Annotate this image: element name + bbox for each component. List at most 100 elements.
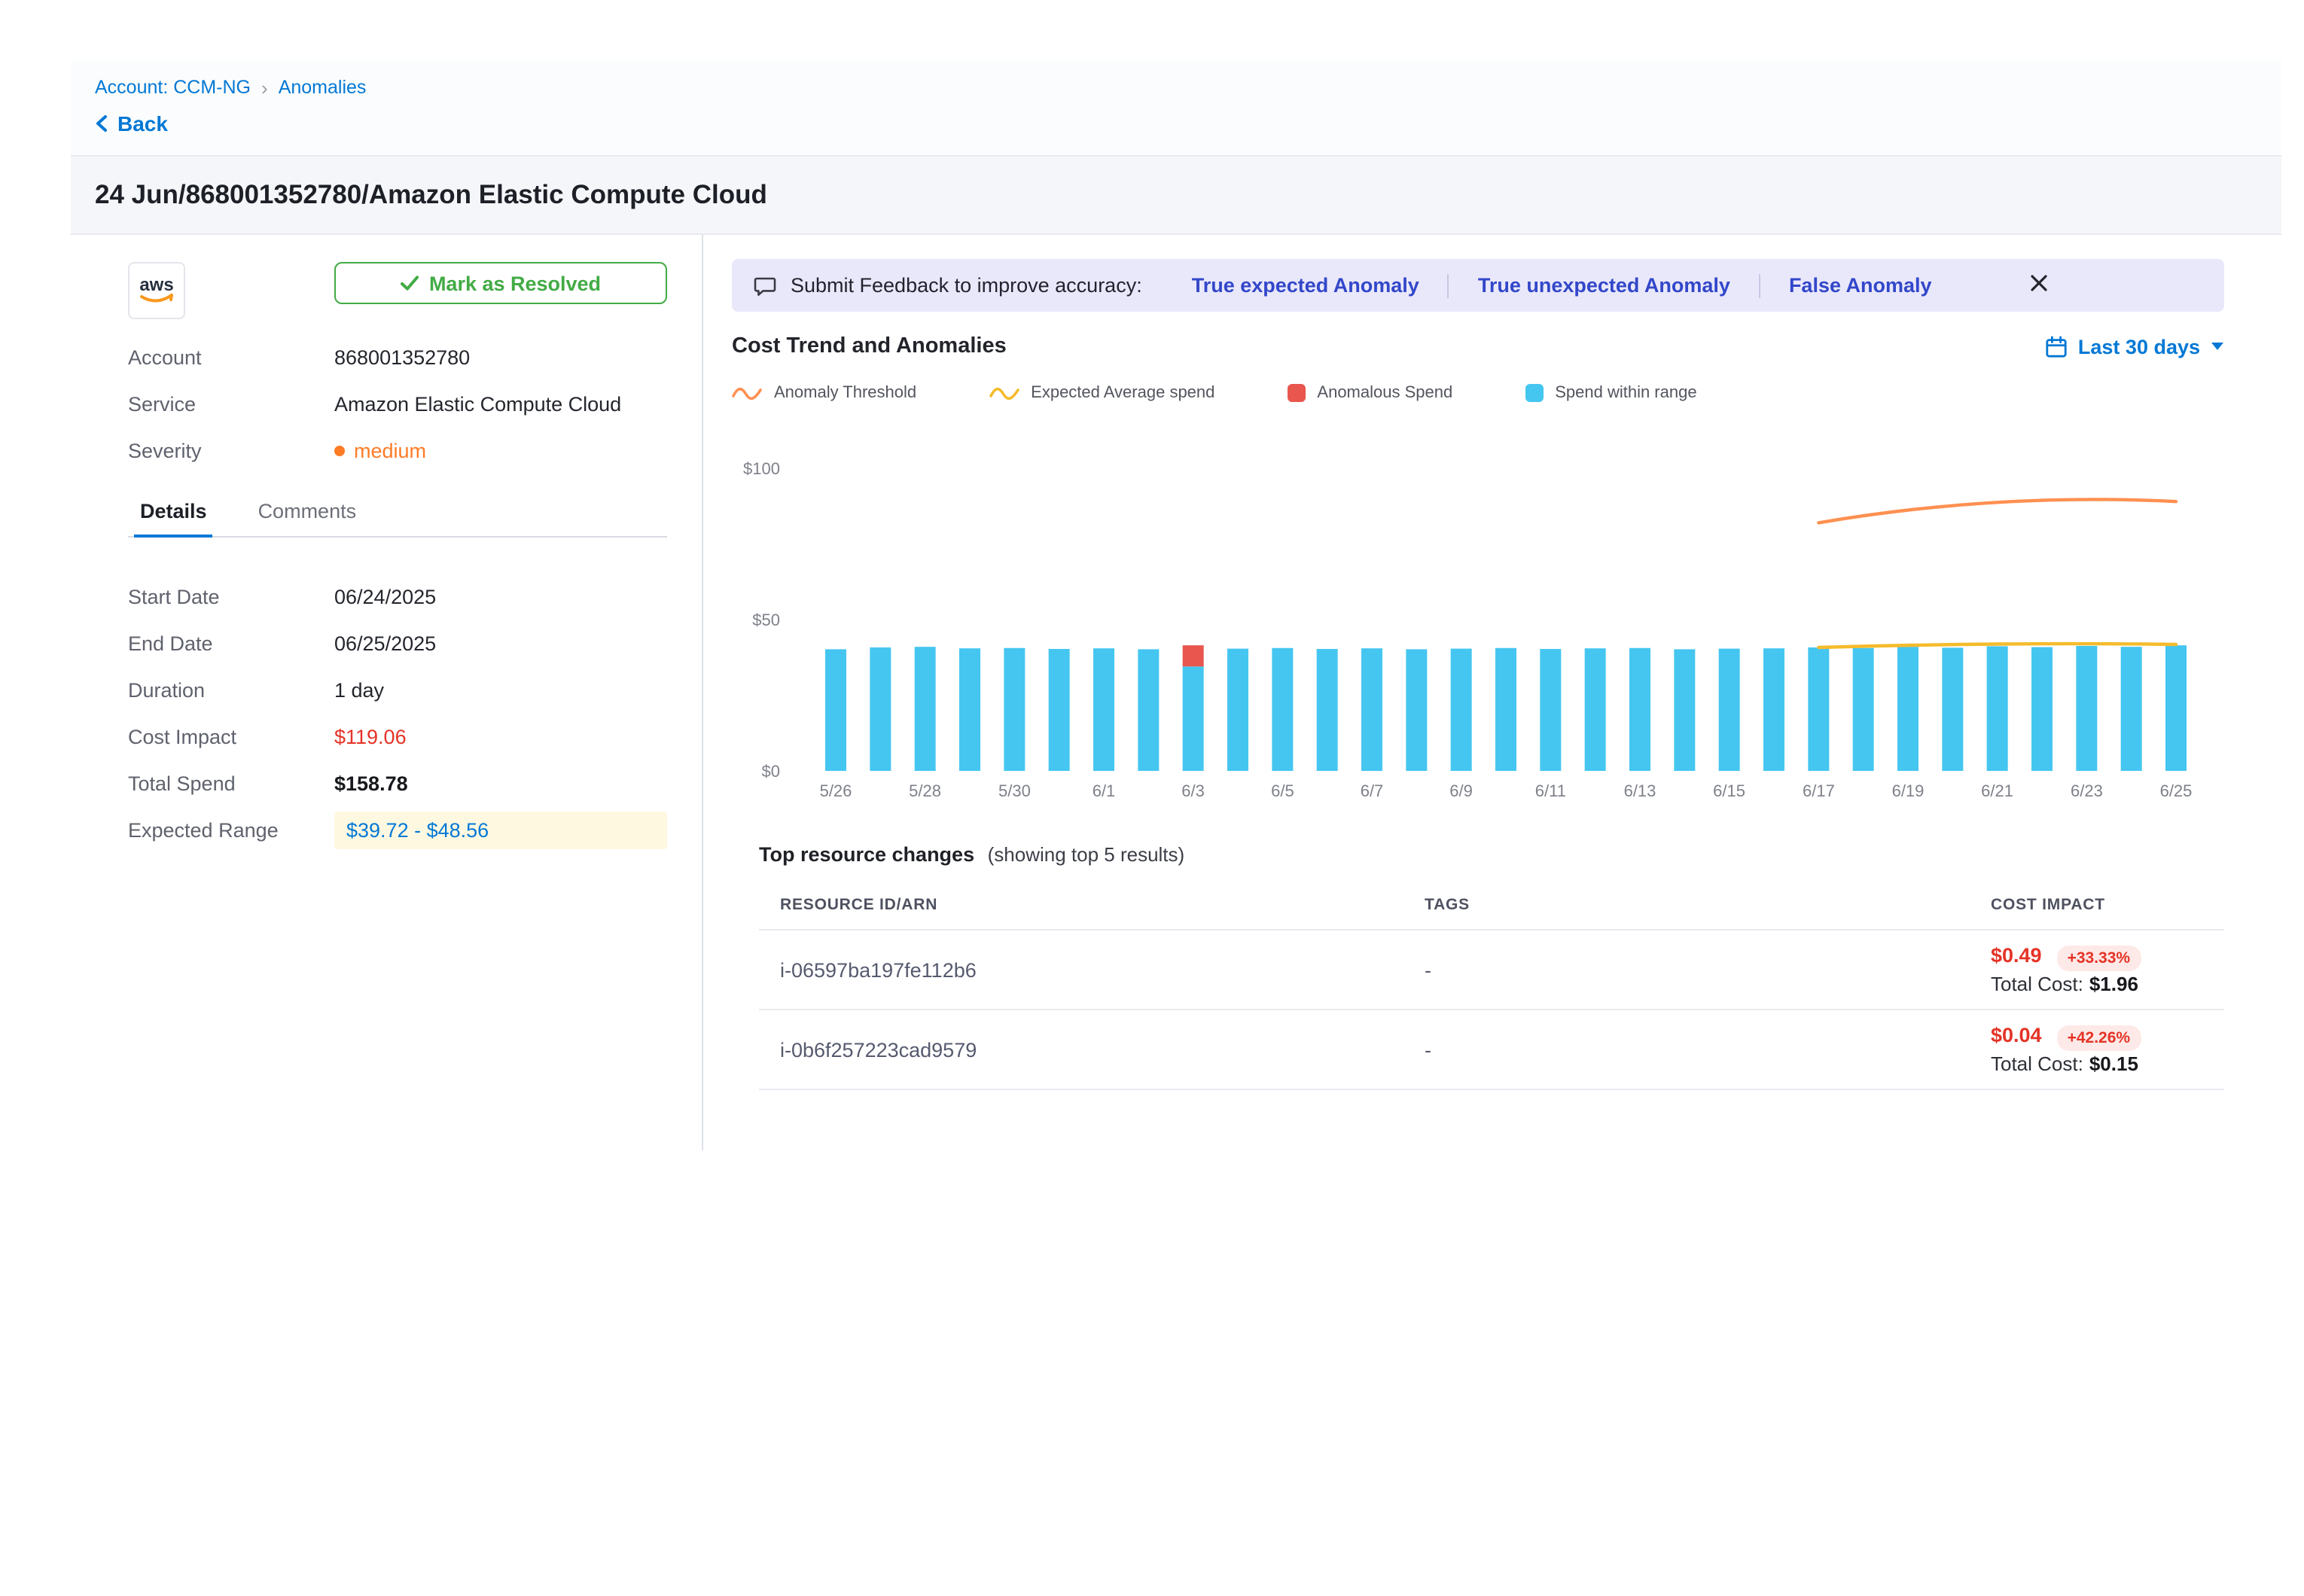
resource-row-i-06597ba197fe112b6: i-06597ba197fe112b6-$0.49+33.33%Total Co… bbox=[759, 930, 2224, 1010]
breadcrumb-account-link[interactable]: Account: CCM-NG bbox=[95, 77, 251, 98]
x-tick-label-6-9: 6/9 bbox=[1449, 781, 1473, 800]
bar-6-18[interactable] bbox=[1853, 648, 1874, 771]
breadcrumb-separator-icon: › bbox=[261, 78, 268, 97]
field-label-duration: Duration bbox=[128, 676, 334, 705]
x-tick-label-6-11: 6/11 bbox=[1535, 781, 1566, 800]
field-expected-range: Expected Range$39.72 - $48.56 bbox=[128, 816, 667, 845]
field-value-account: 868001352780 bbox=[334, 343, 470, 372]
x-tick-label-6-13: 6/13 bbox=[1624, 781, 1656, 800]
total-cost: Total Cost:$0.15 bbox=[1991, 1052, 2224, 1075]
legend-label-expected-average-spend: Expected Average spend bbox=[1031, 384, 1214, 402]
chart-area: $0$50$1005/265/285/306/16/36/56/76/96/11… bbox=[732, 408, 2224, 825]
bar-6-23[interactable] bbox=[2076, 646, 2097, 771]
field-value-expected-range: $39.72 - $48.56 bbox=[334, 812, 667, 849]
resource-cost-impact: $0.04+42.26% Total Cost:$0.15 bbox=[1991, 1010, 2224, 1089]
bar-6-16[interactable] bbox=[1763, 648, 1784, 771]
bar-6-11[interactable] bbox=[1540, 649, 1561, 771]
anomaly-threshold-swatch-icon bbox=[732, 384, 762, 402]
cost-impact-percent-badge: +42.26% bbox=[2057, 1025, 2141, 1050]
bar-6-19[interactable] bbox=[1897, 647, 1918, 771]
legend-label-anomaly-threshold: Anomaly Threshold bbox=[774, 384, 916, 402]
total-cost-label: Total Cost: bbox=[1991, 973, 2083, 995]
bar-6-17[interactable] bbox=[1808, 647, 1829, 771]
mark-as-resolved-button[interactable]: Mark as Resolved bbox=[334, 262, 667, 304]
resources-subtitle: (showing top 5 results) bbox=[988, 843, 1185, 866]
bar-6-9[interactable] bbox=[1451, 649, 1472, 771]
bar-6-21[interactable] bbox=[1987, 646, 2008, 771]
legend-item-expected-average-spend: Expected Average spend bbox=[989, 384, 1214, 402]
bar-6-7[interactable] bbox=[1361, 648, 1382, 771]
bar-6-4[interactable] bbox=[1227, 649, 1248, 771]
x-tick-label-6-21: 6/21 bbox=[1981, 781, 2013, 800]
field-end-date: End Date06/25/2025 bbox=[128, 629, 667, 658]
resolve-button-label: Mark as Resolved bbox=[429, 272, 601, 294]
bar-6-24[interactable] bbox=[2121, 647, 2142, 771]
chevron-left-icon bbox=[95, 114, 108, 132]
bar-5-27[interactable] bbox=[870, 647, 891, 771]
bar-6-1[interactable] bbox=[1093, 648, 1114, 771]
bar-6-8[interactable] bbox=[1406, 649, 1427, 771]
y-tick-label-2: $100 bbox=[743, 459, 780, 478]
legend-item-anomalous-spend: Anomalous Spend bbox=[1287, 384, 1452, 402]
bar-6-13[interactable] bbox=[1629, 648, 1650, 771]
cost-impact-amount: $0.49 bbox=[1991, 944, 2042, 967]
feedback-option-false-anomaly[interactable]: False Anomaly bbox=[1760, 274, 1961, 297]
x-tick-label-5-26: 5/26 bbox=[820, 781, 852, 800]
resource-tags: - bbox=[1425, 930, 1991, 1010]
chevron-down-icon bbox=[2211, 342, 2224, 351]
field-value-service: Amazon Elastic Compute Cloud bbox=[334, 390, 621, 419]
title-bar: 24 Jun/868001352780/Amazon Elastic Compu… bbox=[71, 155, 2281, 235]
legend-item-anomaly-threshold: Anomaly Threshold bbox=[732, 384, 916, 402]
breadcrumb-bar: Account: CCM-NG › Anomalies Back bbox=[71, 60, 2281, 155]
field-value-end-date: 06/25/2025 bbox=[334, 629, 436, 658]
x-tick-label-6-25: 6/25 bbox=[2160, 781, 2193, 800]
bar-6-25[interactable] bbox=[2165, 645, 2187, 771]
bar-6-12[interactable] bbox=[1585, 648, 1606, 771]
bar-6-15[interactable] bbox=[1719, 649, 1740, 771]
bar-6-10[interactable] bbox=[1495, 648, 1516, 771]
field-start-date: Start Date06/24/2025 bbox=[128, 583, 667, 611]
bar-5-29[interactable] bbox=[959, 648, 980, 771]
bar-6-22[interactable] bbox=[2031, 647, 2053, 771]
bar-5-26[interactable] bbox=[825, 649, 846, 771]
back-button[interactable]: Back bbox=[95, 111, 168, 136]
field-value-severity: medium bbox=[334, 437, 426, 465]
bar-6-6[interactable] bbox=[1317, 649, 1338, 771]
bar-6-20[interactable] bbox=[1942, 647, 1963, 771]
app-area: Account: CCM-NG › Anomalies Back 24 Jun/… bbox=[71, 60, 2281, 1150]
resource-id: i-0b6f257223cad9579 bbox=[759, 1010, 1425, 1089]
y-tick-label-1: $50 bbox=[752, 611, 780, 629]
x-tick-label-6-19: 6/19 bbox=[1892, 781, 1925, 800]
tab-comments[interactable]: Comments bbox=[252, 486, 363, 536]
bar-6-5[interactable] bbox=[1272, 648, 1293, 771]
feedback-option-true-expected-anomaly[interactable]: True expected Anomaly bbox=[1163, 274, 1448, 297]
date-range-picker[interactable]: Last 30 days bbox=[2045, 335, 2224, 358]
anomalous-spend-swatch-icon bbox=[1287, 384, 1305, 402]
bar-6-14[interactable] bbox=[1674, 649, 1695, 771]
field-label-account: Account bbox=[128, 343, 334, 372]
cost-trend-chart[interactable]: $0$50$1005/265/285/306/16/36/56/76/96/11… bbox=[732, 408, 2224, 818]
cost-impact-line: $0.04+42.26% bbox=[1991, 1024, 2224, 1046]
close-feedback-button[interactable] bbox=[2021, 272, 2057, 300]
tab-details[interactable]: Details bbox=[134, 486, 213, 536]
feedback-option-true-unexpected-anomaly[interactable]: True unexpected Anomaly bbox=[1449, 274, 1759, 297]
calendar-icon bbox=[2045, 335, 2068, 358]
bar-6-2[interactable] bbox=[1138, 649, 1159, 771]
top-resource-changes: Top resource changes (showing top 5 resu… bbox=[732, 843, 2224, 1090]
field-account: Account868001352780 bbox=[128, 343, 667, 372]
breadcrumb-anomalies-link[interactable]: Anomalies bbox=[279, 77, 367, 98]
anomaly-details-panel: aws Mark as Resolved Account868001352780… bbox=[71, 235, 702, 1150]
resources-table: RESOURCE ID/ARNTAGSCOST IMPACT i-06597ba… bbox=[759, 884, 2224, 1090]
field-service: ServiceAmazon Elastic Compute Cloud bbox=[128, 390, 667, 419]
bar-6-3[interactable] bbox=[1183, 666, 1204, 771]
anomaly-bar-6-3[interactable] bbox=[1183, 645, 1204, 666]
field-severity: Severitymedium bbox=[128, 437, 667, 465]
y-tick-label-0: $0 bbox=[762, 762, 780, 781]
cost-impact-line: $0.49 +33.33% bbox=[1991, 944, 2224, 967]
check-icon bbox=[401, 276, 419, 291]
cost-impact-percent-badge: +33.33% bbox=[2057, 945, 2141, 970]
breadcrumb: Account: CCM-NG › Anomalies bbox=[95, 77, 2257, 98]
bar-5-31[interactable] bbox=[1049, 649, 1070, 771]
bar-5-28[interactable] bbox=[915, 647, 936, 771]
bar-5-30[interactable] bbox=[1004, 648, 1025, 771]
